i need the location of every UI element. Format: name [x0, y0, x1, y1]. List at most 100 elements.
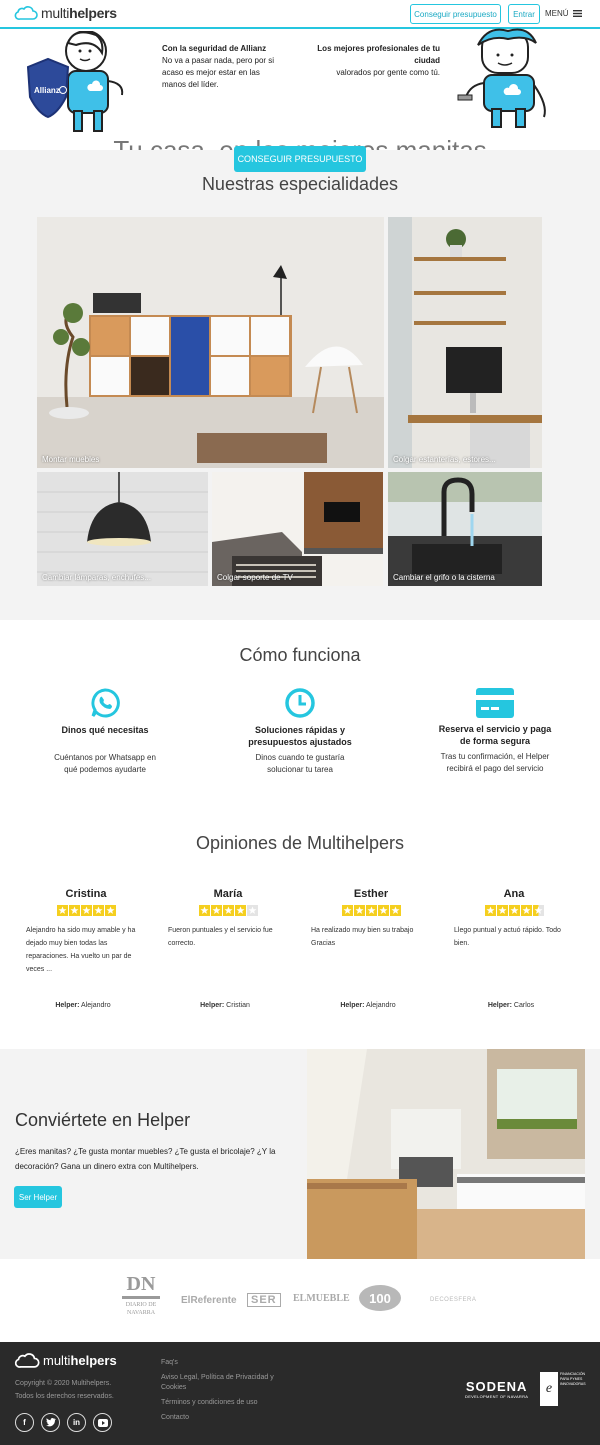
- star-icon: [198, 905, 210, 916]
- star-icon: [520, 905, 532, 916]
- footer-copyright: Copyright © 2020 Multihelpers.: [15, 1380, 112, 1387]
- how-step-2: Soluciones rápidas y presupuestos ajusta…: [210, 688, 390, 776]
- facebook-icon[interactable]: f: [15, 1413, 34, 1432]
- whatsapp-icon: [91, 688, 120, 718]
- specialty-tile-tv[interactable]: Colgar soporte de TV: [212, 472, 383, 586]
- footer-link-contact[interactable]: Contacto: [161, 1413, 189, 1423]
- menu-button[interactable]: MENÚ: [545, 9, 582, 18]
- how-step-1: Dinos qué necesitas Cuéntanos por Whatsa…: [15, 688, 195, 776]
- how-step-3: Reserva el servicio y paga de forma segu…: [405, 687, 585, 775]
- footer-logo-light: multi: [43, 1353, 71, 1368]
- star-icon: [532, 905, 544, 916]
- press-logo-cadena-ser: SER: [247, 1293, 281, 1307]
- press-logo-el-referente: ElReferente: [181, 1295, 237, 1306]
- review-helper-prefix: Helper:: [340, 1002, 365, 1009]
- specialty-tile-shelves[interactable]: Colgar estanterías, estores...: [388, 217, 542, 468]
- page: { "header": { "logo_light": "multi", "lo…: [0, 0, 600, 1445]
- hero-section: Allianz Con la seguridad de Allianz No v…: [0, 28, 600, 165]
- review-text: Llego puntual y actuó rápido. Todo bien.: [454, 927, 561, 947]
- star-icon: [508, 905, 520, 916]
- star-icon: [104, 905, 116, 916]
- review-rating-stars: [168, 905, 288, 916]
- get-quote-button[interactable]: Conseguir presupuesto: [410, 4, 501, 24]
- specialty-label-shelves: Colgar estanterías, estores...: [393, 455, 496, 464]
- specialty-label-faucet: Cambiar el grifo o la cisterna: [393, 573, 495, 582]
- star-icon: [353, 905, 365, 916]
- logo-text-light: multi: [41, 5, 70, 21]
- press-logo-100: 100: [359, 1285, 401, 1311]
- how-step-1-title: Dinos qué necesitas: [61, 725, 149, 735]
- twitter-icon[interactable]: [41, 1413, 60, 1432]
- hero-left-heading: Con la seguridad de Allianz: [162, 44, 267, 53]
- star-icon: [484, 905, 496, 916]
- linkedin-icon[interactable]: in: [67, 1413, 86, 1432]
- footer-logo[interactable]: multihelpers: [14, 1352, 117, 1369]
- hero-right-heading: Los mejores profesionales de tu ciudad: [317, 44, 440, 65]
- logo[interactable]: multihelpers: [14, 5, 117, 21]
- review-text: Fueron puntuales y el servicio fue corre…: [168, 927, 273, 947]
- review-helper: Helper: Alejandro: [23, 1002, 143, 1009]
- review-rating-stars: [454, 905, 574, 916]
- star-icon: [56, 905, 68, 916]
- reviews-title: Opiniones de Multihelpers: [195, 833, 405, 853]
- tv-photo-illustration: [212, 472, 383, 586]
- allianz-badge-text: Allianz: [34, 86, 60, 95]
- press-logo-decoesfera: DECOESFERA: [430, 1297, 477, 1303]
- faucet-photo-illustration: [388, 472, 542, 586]
- sodena-logo: SODENA DEVELOPMENT OF NAVARRA: [465, 1379, 528, 1400]
- clock-icon: [285, 688, 315, 718]
- kitchen-photo-illustration: [307, 1049, 585, 1259]
- review-helper: Helper: Cristian: [165, 1002, 285, 1009]
- logo-text-bold: helpers: [69, 5, 117, 21]
- review-card: Ana Llego puntual y actuó rápido. Todo bi…: [454, 888, 574, 950]
- become-helper-section: Conviértete en Helper ¿Eres manitas? ¿Te…: [0, 1049, 600, 1259]
- star-icon: [341, 905, 353, 916]
- press-logo-el-mueble: ELMUEBLE: [293, 1293, 350, 1304]
- sodena-logo-text: SODENA: [465, 1379, 528, 1394]
- specialty-tile-furniture[interactable]: Montar muebles: [37, 217, 384, 468]
- youtube-icon[interactable]: [93, 1413, 112, 1432]
- get-quote-cta-button[interactable]: CONSEGUIR PRESUPUESTO: [234, 146, 366, 172]
- footer-link-legal[interactable]: Aviso Legal, Política de Privacidad y Co…: [161, 1373, 286, 1393]
- become-helper-title: Conviértete en Helper: [15, 1110, 191, 1130]
- review-rating-stars: [311, 905, 431, 916]
- login-button[interactable]: Entrar: [508, 4, 540, 24]
- review-text: Ha realizado muy bien su trabajo Gracias: [311, 927, 414, 947]
- review-helper: Helper: Alejandro: [308, 1002, 428, 1009]
- enisa-logo-mark: e: [540, 1372, 558, 1406]
- site-footer: multihelpers Copyright © 2020 Multihelpe…: [0, 1342, 600, 1445]
- star-icon: [234, 905, 246, 916]
- specialty-tile-lamps[interactable]: Cambiar lámparas, enchufes...: [37, 472, 208, 586]
- dn-logo-sub: DIARIO DE NAVARRA: [125, 1302, 157, 1316]
- star-icon: [68, 905, 80, 916]
- menu-label: MENÚ: [545, 9, 569, 18]
- specialties-section: Nuestras especialidades Montar muebles C…: [0, 150, 600, 620]
- hamburger-icon: [572, 10, 582, 17]
- how-step-1-desc: Cuéntanos por Whatsapp en qué podemos ay…: [54, 753, 156, 774]
- hero-right-text: valorados por gente como tú.: [336, 68, 440, 77]
- how-it-works-title: Cómo funciona: [239, 645, 361, 665]
- hero-left-text: No va a pasar nada, pero por si acaso es…: [162, 56, 275, 89]
- review-rating-stars: [26, 905, 146, 916]
- furniture-photo-illustration: [37, 217, 384, 468]
- footer-link-faqs[interactable]: Faq's: [161, 1358, 178, 1368]
- cloud-logo-icon: [14, 1353, 40, 1368]
- review-card: María Fueron puntuales y el servicio fue …: [168, 888, 288, 950]
- specialties-title: Nuestras especialidades: [201, 174, 399, 194]
- how-step-3-desc: Tras tu confirmación, el Helper recibirá…: [440, 752, 550, 773]
- specialty-label-tv: Colgar soporte de TV: [217, 573, 293, 582]
- footer-rights: Todos los derechos reservados.: [15, 1393, 114, 1400]
- become-helper-button[interactable]: Ser Helper: [14, 1186, 62, 1208]
- press-logo-diario-de-navarra: DN DIARIO DE NAVARRA: [122, 1274, 160, 1317]
- footer-link-terms[interactable]: Términos y condiciones de uso: [161, 1398, 258, 1408]
- review-helper: Helper: Carlos: [451, 1002, 571, 1009]
- become-helper-text: ¿Eres manitas? ¿Te gusta montar muebles?…: [15, 1147, 276, 1171]
- specialty-tile-faucet[interactable]: Cambiar el grifo o la cisterna: [388, 472, 542, 586]
- star-icon: [246, 905, 258, 916]
- review-helper-name: Alejandro: [366, 1002, 396, 1009]
- press-logo-100-text: 100: [369, 1290, 391, 1306]
- how-step-2-desc: Dinos cuando te gustaría solucionar tu t…: [255, 753, 345, 774]
- review-helper-prefix: Helper:: [55, 1002, 80, 1009]
- review-card: Esther Ha realizado muy bien su trabajo G…: [311, 888, 431, 950]
- star-icon: [92, 905, 104, 916]
